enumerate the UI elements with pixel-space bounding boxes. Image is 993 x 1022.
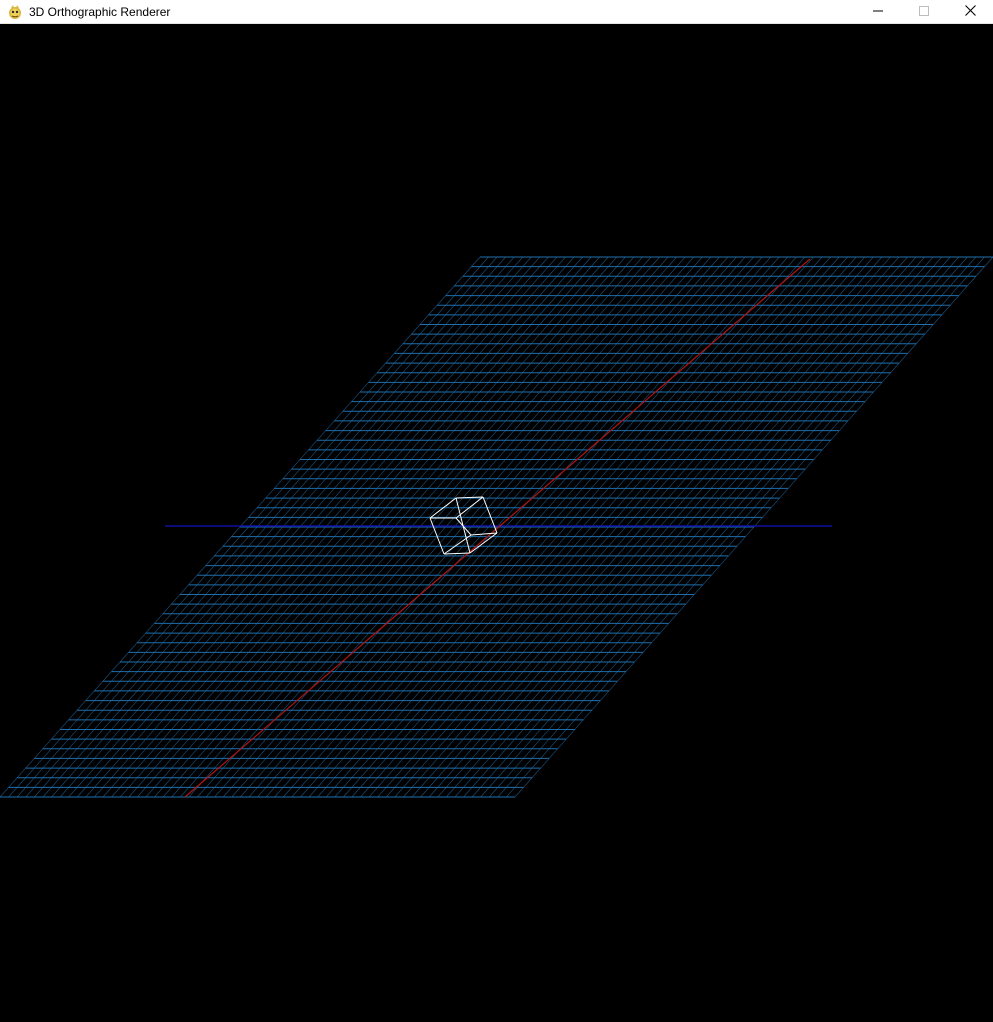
close-icon [964,3,976,21]
caption-buttons [855,0,993,24]
minimize-button[interactable] [855,0,901,24]
x-axis-line [184,258,811,798]
pygame-snake-icon [7,4,23,20]
render-viewport[interactable] [0,24,993,1022]
app-window: 3D Orthographic Renderer [0,0,993,1022]
cube-edge [470,532,498,536]
cube-edge [429,517,445,555]
scene-canvas [0,256,993,798]
maximize-icon [919,3,929,21]
minimize-icon [873,3,883,21]
close-button[interactable] [947,0,993,24]
maximize-button[interactable] [901,0,947,24]
cube-edge [482,496,498,534]
window-title: 3D Orthographic Renderer [29,4,171,19]
ground-grid [0,256,993,798]
title-bar[interactable]: 3D Orthographic Renderer [0,0,993,24]
